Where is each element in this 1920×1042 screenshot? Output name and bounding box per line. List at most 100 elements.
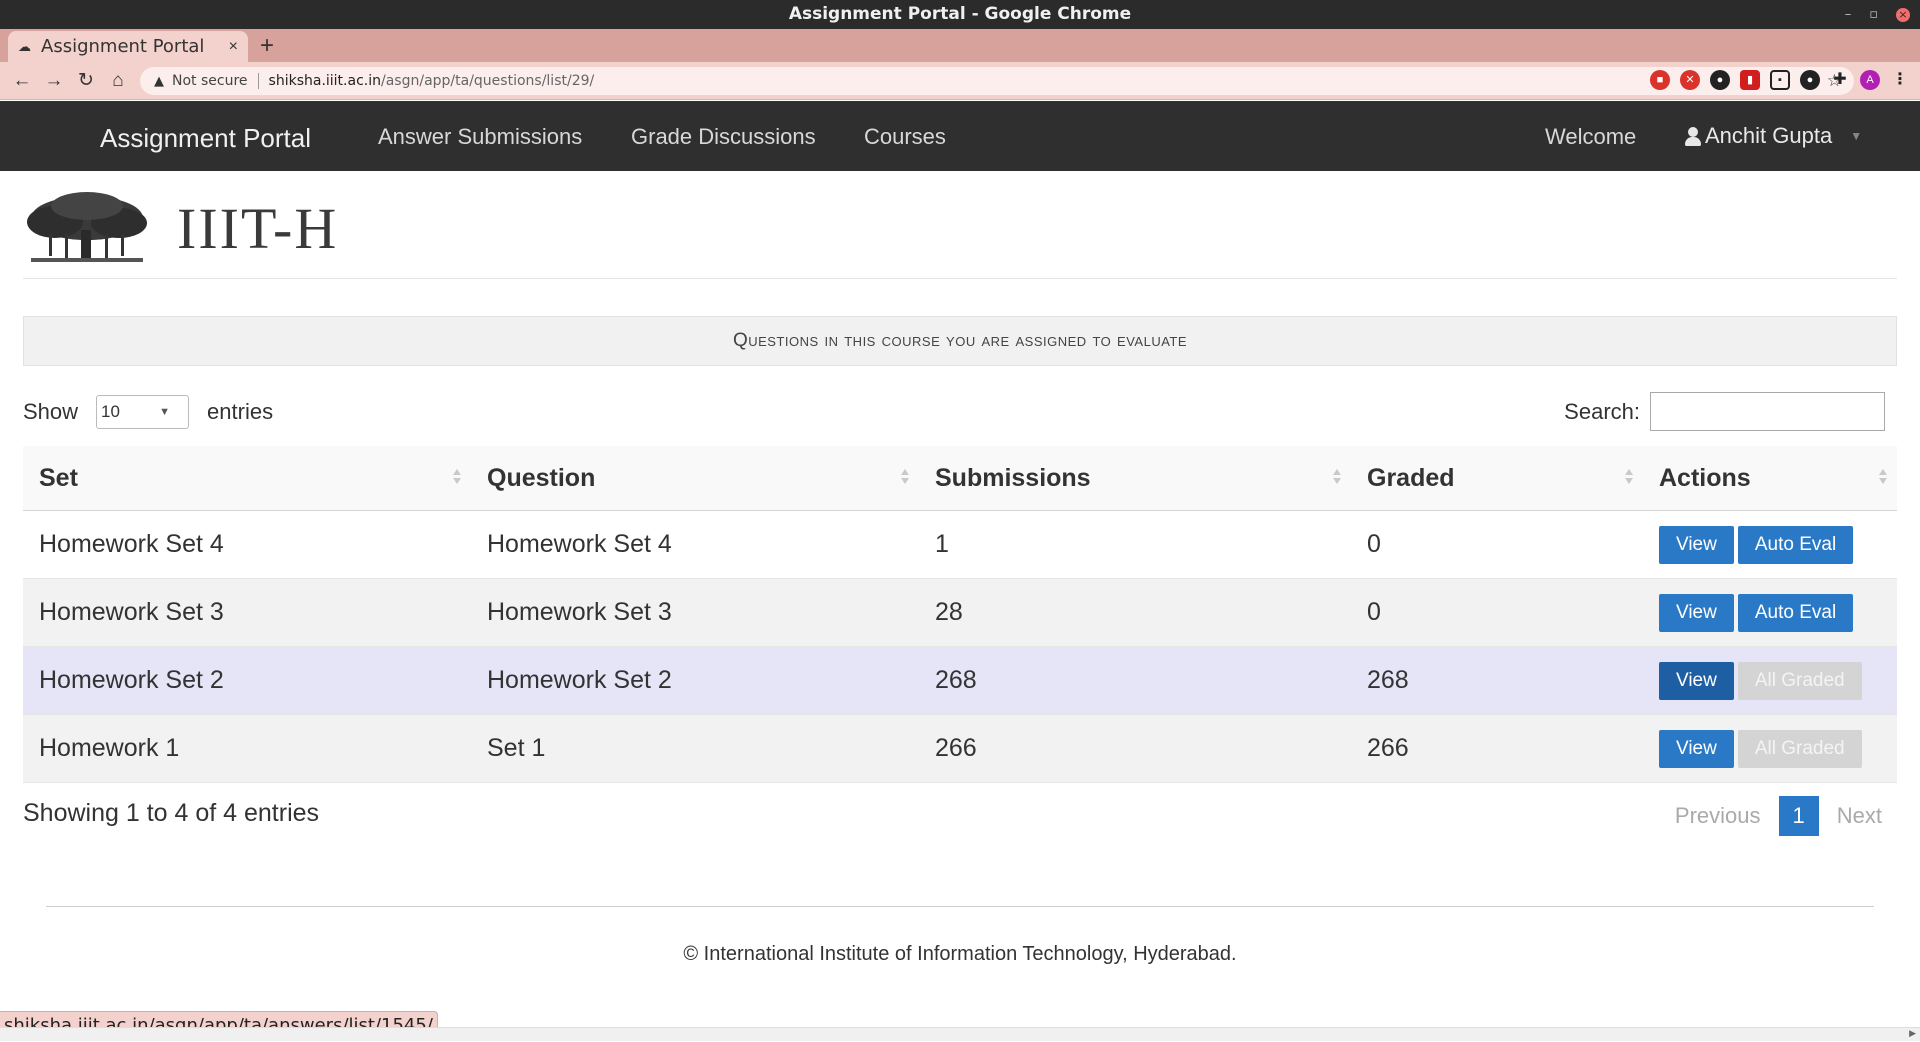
extensions-puzzle-icon[interactable]: ✚ [1830, 70, 1850, 90]
show-label: Show [23, 399, 79, 424]
questions-table: Set Question Submissions Graded Actions … [23, 446, 1897, 783]
reload-icon[interactable]: ↻ [70, 69, 102, 92]
scroll-right-icon[interactable]: ▶ [1909, 1028, 1916, 1039]
column-header-submissions[interactable]: Submissions [919, 446, 1351, 511]
footer-divider [46, 906, 1874, 907]
column-header-set[interactable]: Set [23, 446, 471, 511]
app-navbar: Assignment Portal Answer Submissions Gra… [0, 101, 1920, 171]
cell-question: Homework Set 4 [471, 510, 919, 579]
pagination: Previous 1 Next [1659, 796, 1898, 836]
auto-eval-button[interactable]: Auto Eval [1737, 525, 1854, 564]
table-row: Homework 1 Set 1 266 266 View All Graded [23, 714, 1897, 783]
window-controls: – ▫ × [1845, 0, 1910, 29]
back-icon[interactable]: ← [6, 70, 38, 92]
omnibox-divider [257, 73, 259, 89]
pagination-next[interactable]: Next [1821, 796, 1898, 836]
profile-avatar[interactable]: A [1860, 70, 1880, 90]
footer-copyright: © International Institute of Information… [683, 943, 1237, 965]
column-header-label: Graded [1367, 463, 1455, 492]
table-row: Homework Set 3 Homework Set 3 28 0 View A… [23, 578, 1897, 647]
minimize-icon[interactable]: – [1845, 0, 1852, 29]
panel-heading: Questions in this course you are assigne… [23, 316, 1897, 366]
cell-submissions: 28 [919, 578, 1351, 647]
cell-graded: 266 [1351, 714, 1643, 783]
tab-strip: ☁ Assignment Portal × + [0, 29, 1920, 62]
column-header-question[interactable]: Question [471, 446, 919, 511]
url-text[interactable]: shiksha.iiit.ac.in/asgn/app/ta/questions… [269, 73, 595, 89]
brand-link[interactable]: Assignment Portal [100, 123, 311, 154]
view-button[interactable]: View [1659, 661, 1734, 700]
tab-close-icon[interactable]: × [229, 38, 238, 56]
nav-courses[interactable]: Courses [864, 124, 946, 150]
dropdown-arrow-icon: ▼ [159, 406, 171, 418]
sort-icon [901, 469, 909, 485]
sort-icon [1625, 469, 1633, 485]
cell-actions: View All Graded [1643, 714, 1897, 783]
column-header-actions[interactable]: Actions [1643, 446, 1897, 511]
cell-set: Homework 1 [23, 714, 471, 783]
column-header-label: Submissions [935, 463, 1091, 492]
whatsapp-icon[interactable]: ● [1710, 70, 1730, 90]
messenger-icon[interactable]: ● [1800, 70, 1820, 90]
window-titlebar: Assignment Portal - Google Chrome – ▫ × [0, 0, 1920, 29]
forward-icon[interactable]: → [38, 70, 70, 92]
address-bar[interactable]: ▲ Not secure shiksha.iiit.ac.in/asgn/app… [140, 67, 1854, 95]
iiith-logo: IIIT-H [25, 190, 338, 266]
entries-label: entries [207, 399, 274, 424]
header-divider [23, 278, 1897, 279]
table-row: Homework Set 4 Homework Set 4 1 0 View Au… [23, 510, 1897, 579]
not-secure-label[interactable]: Not secure [172, 73, 248, 89]
cell-question: Set 1 [471, 714, 919, 783]
cell-submissions: 1 [919, 510, 1351, 579]
cell-set: Homework Set 3 [23, 578, 471, 647]
search-label: Search: [1564, 398, 1640, 424]
pagination-page[interactable]: 1 [1778, 796, 1819, 836]
cell-graded: 268 [1351, 646, 1643, 715]
column-header-label: Actions [1659, 463, 1751, 492]
new-tab-icon[interactable]: + [260, 31, 274, 61]
welcome-text: Welcome [1545, 124, 1637, 149]
all-graded-button: All Graded [1737, 729, 1862, 768]
column-header-label: Set [39, 463, 78, 492]
sort-icon [1879, 469, 1887, 485]
window-close-icon[interactable]: × [1896, 7, 1910, 22]
warning-icon[interactable]: ▲ [154, 74, 164, 89]
url-host: shiksha.iiit.ac.in [268, 73, 381, 89]
pdf-extension-icon[interactable]: ▮ [1740, 70, 1760, 90]
cell-graded: 0 [1351, 510, 1643, 579]
auto-eval-button[interactable]: Auto Eval [1737, 593, 1854, 632]
user-menu[interactable]: Anchit Gupta ▼ [1685, 123, 1862, 149]
nav-grade-discussions[interactable]: Grade Discussions [631, 124, 816, 150]
window-extension-icon[interactable]: ▪ [1770, 70, 1790, 90]
view-button[interactable]: View [1659, 525, 1734, 564]
tab-assignment-portal[interactable]: ☁ Assignment Portal × [8, 31, 248, 62]
cell-graded: 0 [1351, 578, 1643, 647]
view-button[interactable]: View [1659, 593, 1734, 632]
sort-icon [1333, 469, 1341, 485]
cell-submissions: 268 [919, 646, 1351, 715]
extension-icons: ■ ✕ ● ▮ ▪ ● ✚ A ⋮ [1650, 70, 1910, 90]
maximize-icon[interactable]: ▫ [1869, 0, 1878, 29]
search-control: Search: [1564, 392, 1885, 431]
search-input[interactable] [1650, 392, 1885, 431]
cell-set: Homework Set 2 [23, 646, 471, 715]
chrome-menu-icon[interactable]: ⋮ [1890, 70, 1910, 90]
cell-set: Homework Set 4 [23, 510, 471, 579]
user-name: Anchit Gupta [1705, 123, 1833, 148]
logo-text: IIIT-H [177, 195, 339, 261]
column-header-graded[interactable]: Graded [1351, 446, 1643, 511]
view-button[interactable]: View [1659, 729, 1734, 768]
nav-answer-submissions[interactable]: Answer Submissions [378, 124, 582, 150]
pagination-previous[interactable]: Previous [1659, 796, 1777, 836]
blocker-icon[interactable]: ✕ [1680, 70, 1700, 90]
adblock-icon[interactable]: ■ [1650, 70, 1670, 90]
page-length-select[interactable]: 10 ▼ [96, 395, 190, 429]
banyan-tree-icon [27, 192, 147, 262]
sort-icon [453, 469, 461, 485]
browser-toolbar: ← → ↻ ⌂ ▲ Not secure shiksha.iiit.ac.in/… [0, 62, 1920, 100]
all-graded-button: All Graded [1737, 661, 1862, 700]
table-info: Showing 1 to 4 of 4 entries [23, 799, 320, 827]
cell-actions: View All Graded [1643, 646, 1897, 715]
home-icon[interactable]: ⌂ [102, 70, 134, 92]
horizontal-scrollbar[interactable]: ▶ [0, 1027, 1920, 1041]
